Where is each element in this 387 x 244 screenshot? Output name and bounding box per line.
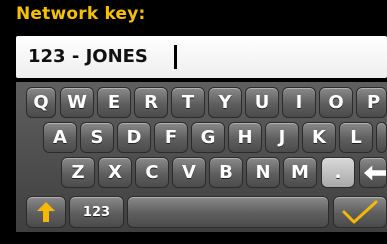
- arrow-up-icon: [37, 202, 55, 222]
- key-s[interactable]: S: [80, 122, 114, 153]
- key-f[interactable]: F: [154, 122, 188, 153]
- network-key-input[interactable]: 123 - JONES: [16, 36, 387, 78]
- key-label: K: [312, 127, 326, 148]
- key-label: N: [255, 162, 271, 183]
- key-o[interactable]: O: [319, 87, 353, 118]
- key-period[interactable]: .: [321, 157, 355, 188]
- key-label: X: [108, 162, 122, 183]
- key-label: Y: [218, 92, 232, 113]
- key-label: V: [182, 162, 196, 183]
- key-e[interactable]: E: [97, 87, 131, 118]
- key-label: D: [126, 127, 142, 148]
- key-label: J: [278, 127, 286, 148]
- arrow-left-icon: [364, 165, 386, 180]
- key-h[interactable]: H: [228, 122, 262, 153]
- key-blank-right[interactable]: [376, 122, 387, 153]
- key-w[interactable]: W: [60, 87, 94, 118]
- key-g[interactable]: G: [191, 122, 225, 153]
- space-bar[interactable]: [127, 196, 329, 228]
- key-b[interactable]: B: [209, 157, 243, 188]
- key-label: P: [367, 92, 381, 113]
- shift-button[interactable]: [26, 196, 66, 228]
- page-title: Network key:: [16, 4, 146, 24]
- key-label: G: [200, 127, 216, 148]
- key-label: F: [164, 127, 178, 148]
- network-key-value: 123 - JONES: [28, 46, 148, 67]
- key-label: T: [181, 92, 195, 113]
- key-a[interactable]: A: [43, 122, 77, 153]
- key-m[interactable]: M: [283, 157, 317, 188]
- key-n[interactable]: N: [246, 157, 280, 188]
- key-label: I: [295, 92, 303, 113]
- text-cursor: [174, 45, 177, 69]
- key-t[interactable]: T: [171, 87, 205, 118]
- confirm-button[interactable]: [333, 196, 387, 228]
- key-z[interactable]: Z: [61, 157, 95, 188]
- key-l[interactable]: L: [339, 122, 373, 153]
- backspace-button[interactable]: [359, 157, 387, 188]
- key-label: C: [145, 162, 159, 183]
- numeric-mode-label: 123: [82, 204, 111, 220]
- key-label: H: [237, 127, 253, 148]
- key-v[interactable]: V: [172, 157, 206, 188]
- network-key-screen: Network key: 123 - JONES Q W E R T Y U I…: [0, 0, 387, 244]
- key-label: A: [53, 127, 67, 148]
- key-j[interactable]: J: [265, 122, 299, 153]
- key-label: S: [90, 127, 104, 148]
- key-k[interactable]: K: [302, 122, 336, 153]
- key-u[interactable]: U: [245, 87, 279, 118]
- key-label: R: [144, 92, 158, 113]
- checkmark-icon: [342, 200, 378, 224]
- key-p[interactable]: P: [356, 87, 387, 118]
- key-label: O: [328, 92, 344, 113]
- key-label: B: [219, 162, 233, 183]
- key-label: E: [107, 92, 121, 113]
- key-label: U: [254, 92, 270, 113]
- key-d[interactable]: D: [117, 122, 151, 153]
- key-y[interactable]: Y: [208, 87, 242, 118]
- key-i[interactable]: I: [282, 87, 316, 118]
- key-label: .: [334, 162, 342, 183]
- key-x[interactable]: X: [98, 157, 132, 188]
- on-screen-keyboard: Q W E R T Y U I O P A S D F G H J K L Z …: [16, 82, 387, 232]
- key-label: L: [350, 127, 362, 148]
- key-r[interactable]: R: [134, 87, 168, 118]
- key-label: Z: [71, 162, 85, 183]
- numeric-mode-button[interactable]: 123: [69, 196, 124, 228]
- key-c[interactable]: C: [135, 157, 169, 188]
- key-q[interactable]: Q: [26, 87, 56, 118]
- key-label: W: [67, 92, 87, 113]
- key-label: M: [291, 162, 309, 183]
- key-label: Q: [33, 92, 49, 113]
